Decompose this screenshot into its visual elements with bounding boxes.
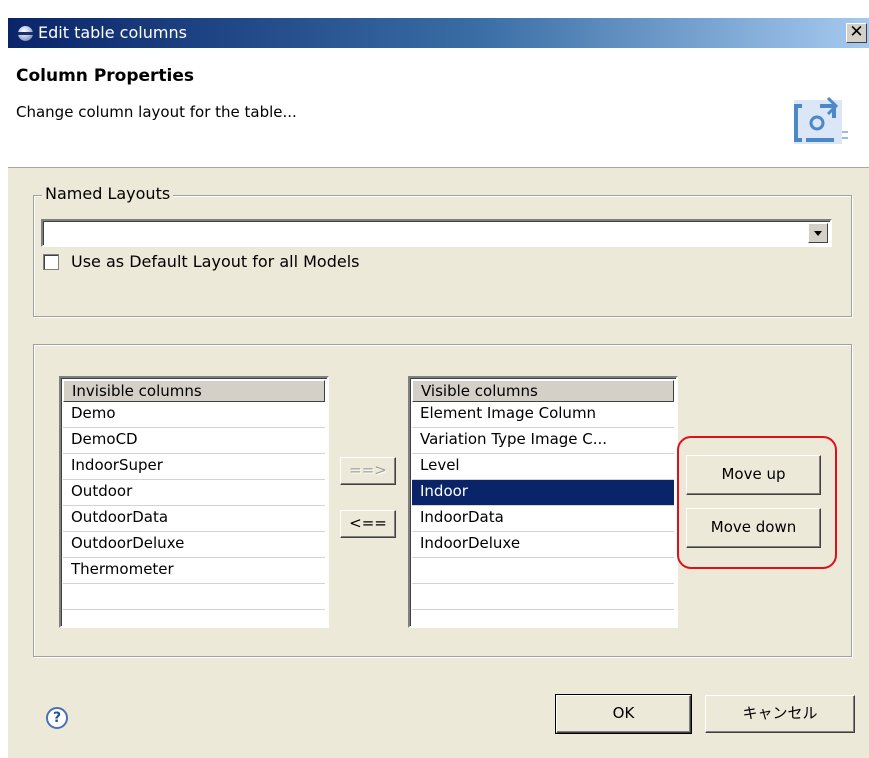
default-layout-label[interactable]: Use as Default Layout for all Models (71, 252, 359, 271)
list-item[interactable]: IndoorDeluxe (412, 532, 674, 558)
chevron-down-icon[interactable] (808, 223, 828, 243)
list-item[interactable]: Level (412, 454, 674, 480)
header-title: Column Properties (16, 66, 195, 86)
add-column-button[interactable]: ==> (340, 457, 396, 485)
list-item[interactable] (63, 584, 325, 610)
window-title: Edit table columns (38, 23, 187, 42)
named-layout-combo[interactable] (41, 219, 832, 247)
list-item[interactable]: OutdoorDeluxe (63, 532, 325, 558)
title-bar[interactable]: Edit table columns ✕ (8, 18, 869, 48)
list-item[interactable]: DemoCD (63, 428, 325, 454)
visible-columns-list[interactable]: Visible columns Element Image Column Var… (408, 376, 678, 628)
default-layout-checkbox[interactable] (43, 254, 59, 270)
close-icon[interactable]: ✕ (846, 23, 867, 43)
header-description: Change column layout for the table... (16, 103, 297, 121)
cancel-button[interactable]: キャンセル (705, 695, 855, 733)
list-item[interactable]: Demo (63, 402, 325, 428)
list-item[interactable]: IndoorData (412, 506, 674, 532)
help-icon[interactable]: ? (46, 707, 68, 729)
list-item[interactable]: Thermometer (63, 558, 325, 584)
list-item[interactable] (412, 558, 674, 584)
invisible-columns-list[interactable]: Invisible columns Demo DemoCD IndoorSupe… (59, 376, 329, 628)
list-item[interactable] (63, 610, 325, 626)
list-item-selected[interactable]: Indoor (412, 480, 674, 506)
header-separator (8, 167, 869, 168)
app-icon (18, 26, 33, 41)
list-item[interactable] (412, 610, 674, 626)
list-item[interactable]: OutdoorData (63, 506, 325, 532)
list-item[interactable]: Variation Type Image C... (412, 428, 674, 454)
remove-column-button[interactable]: <== (340, 510, 396, 538)
list-item[interactable] (412, 584, 674, 610)
named-layouts-legend: Named Layouts (42, 184, 174, 203)
visible-columns-header[interactable]: Visible columns (412, 380, 674, 402)
ok-button[interactable]: OK (555, 694, 692, 734)
list-item[interactable]: Outdoor (63, 480, 325, 506)
list-item[interactable]: IndoorSuper (63, 454, 325, 480)
columns-layout-icon (794, 96, 848, 144)
list-item[interactable]: Element Image Column (412, 402, 674, 428)
invisible-columns-header[interactable]: Invisible columns (63, 380, 325, 402)
dialog-header: Column Properties Change column layout f… (8, 48, 869, 168)
move-buttons-highlight (677, 436, 837, 569)
